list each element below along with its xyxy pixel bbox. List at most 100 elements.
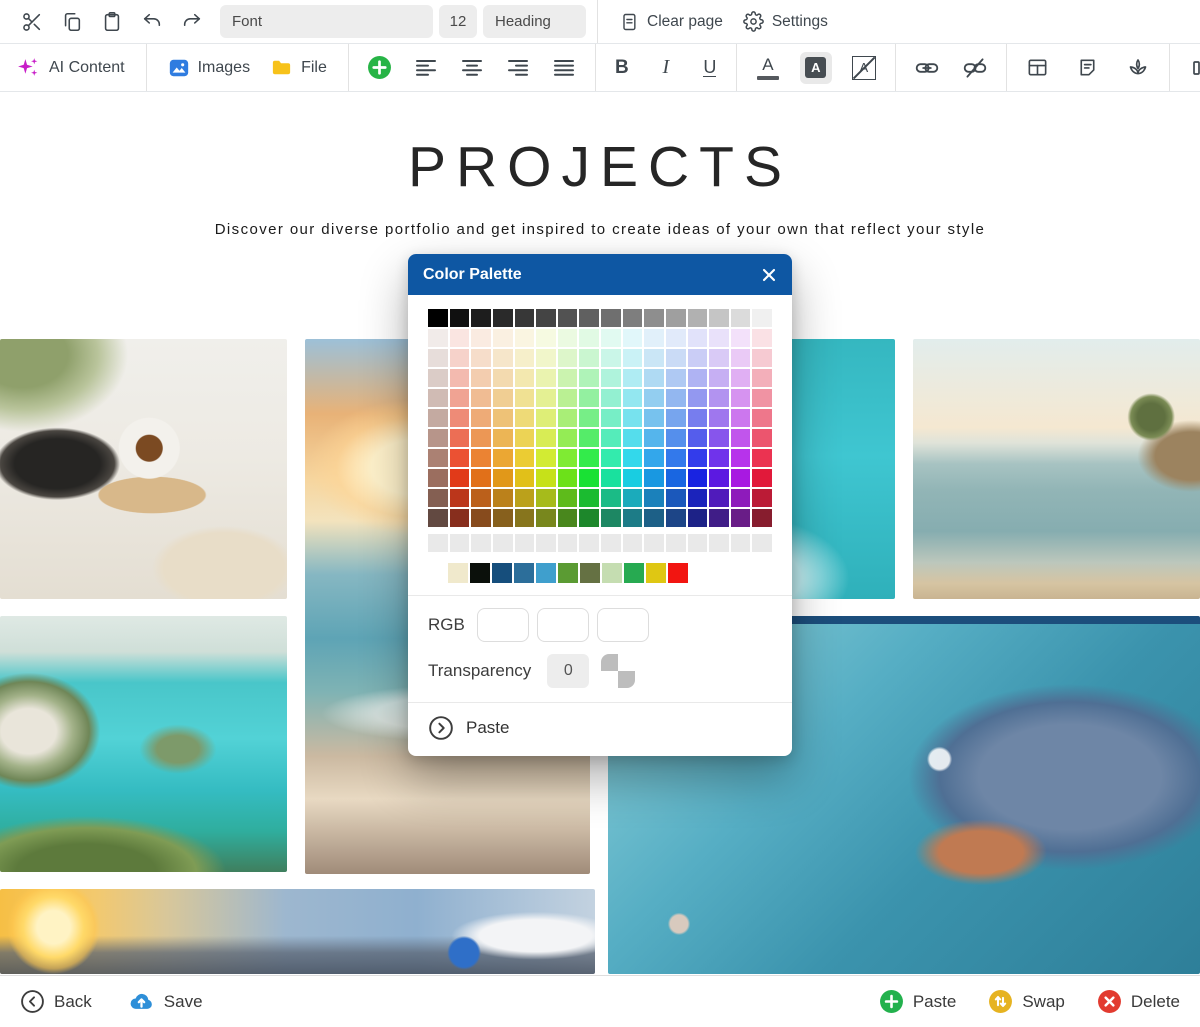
palette-swatch[interactable] [515,449,535,467]
palette-swatch[interactable] [471,349,491,367]
palette-swatch[interactable] [471,389,491,407]
palette-swatch[interactable] [536,389,556,407]
palette-swatch[interactable] [644,329,664,347]
palette-empty-swatch[interactable] [428,534,448,552]
palette-swatch[interactable] [688,449,708,467]
palette-swatch[interactable] [558,469,578,487]
palette-swatch[interactable] [709,369,729,387]
palette-swatch[interactable] [536,369,556,387]
back-button[interactable]: Back [20,988,92,1015]
palette-swatch[interactable] [709,389,729,407]
palette-empty-swatch[interactable] [752,534,772,552]
palette-swatch[interactable] [752,429,772,447]
palette-swatch[interactable] [428,329,448,347]
palette-swatch[interactable] [752,509,772,527]
palette-swatch[interactable] [623,349,643,367]
palette-swatch[interactable] [666,489,686,507]
palette-swatch[interactable] [731,429,751,447]
palette-swatch[interactable] [752,469,772,487]
palette-swatch[interactable] [536,409,556,427]
palette-swatch[interactable] [558,449,578,467]
palette-swatch[interactable] [558,309,578,327]
custom-color-swatch[interactable] [448,563,468,583]
article-button[interactable]: Arti [1191,56,1200,80]
page-title[interactable]: PROJECTS [0,134,1200,200]
palette-swatch[interactable] [515,389,535,407]
palette-swatch[interactable] [644,509,664,527]
palette-swatch[interactable] [579,469,599,487]
palette-swatch[interactable] [450,309,470,327]
palette-swatch[interactable] [601,349,621,367]
palette-swatch[interactable] [666,469,686,487]
add-button[interactable] [360,50,400,86]
palette-swatch[interactable] [450,409,470,427]
palette-swatch[interactable] [558,389,578,407]
palette-swatch[interactable] [471,369,491,387]
paste-button[interactable] [92,4,132,40]
redo-button[interactable] [172,4,212,40]
palette-empty-swatch[interactable] [731,534,751,552]
palette-swatch[interactable] [536,429,556,447]
palette-swatch[interactable] [558,509,578,527]
images-button[interactable]: Images [168,57,250,79]
palette-swatch[interactable] [515,469,535,487]
photo-sunset-town-blue-dome[interactable] [0,889,595,974]
theme-button[interactable] [1118,50,1158,86]
palette-swatch[interactable] [428,349,448,367]
palette-swatch[interactable] [623,369,643,387]
palette-empty-swatch[interactable] [688,534,708,552]
palette-swatch[interactable] [536,489,556,507]
palette-empty-swatch[interactable] [601,534,621,552]
palette-swatch[interactable] [558,429,578,447]
palette-swatch[interactable] [471,429,491,447]
palette-swatch[interactable] [644,349,664,367]
remove-link-button[interactable] [955,50,995,86]
palette-swatch[interactable] [623,469,643,487]
transparency-input[interactable] [547,654,589,688]
palette-swatch[interactable] [644,449,664,467]
palette-swatch[interactable] [709,449,729,467]
palette-swatch[interactable] [450,469,470,487]
palette-swatch[interactable] [752,369,772,387]
palette-swatch[interactable] [731,509,751,527]
copy-button[interactable] [52,4,92,40]
page-subtitle[interactable]: Discover our diverse portfolio and get i… [0,221,1200,238]
align-center-button[interactable] [452,50,492,86]
palette-empty-swatch[interactable] [536,534,556,552]
palette-swatch[interactable] [536,349,556,367]
ai-content-button[interactable]: AI Content [16,55,125,80]
palette-swatch[interactable] [644,369,664,387]
palette-swatch[interactable] [471,489,491,507]
text-color-button[interactable]: A [748,50,788,86]
palette-swatch[interactable] [579,329,599,347]
no-fill-button[interactable]: A [844,50,884,86]
palette-swatch[interactable] [493,389,513,407]
palette-swatch[interactable] [709,509,729,527]
underline-button[interactable]: U [695,50,725,86]
palette-swatch[interactable] [688,409,708,427]
clear-page-button[interactable]: Clear page [619,12,723,32]
palette-swatch[interactable] [666,409,686,427]
palette-swatch[interactable] [752,329,772,347]
palette-swatch[interactable] [731,329,751,347]
palette-swatch[interactable] [558,409,578,427]
palette-swatch[interactable] [515,309,535,327]
palette-swatch[interactable] [493,509,513,527]
palette-swatch[interactable] [579,349,599,367]
custom-color-swatch[interactable] [536,563,556,583]
palette-swatch[interactable] [493,329,513,347]
custom-color-swatch[interactable] [470,563,490,583]
palette-empty-swatch[interactable] [515,534,535,552]
palette-swatch[interactable] [666,369,686,387]
palette-swatch[interactable] [515,509,535,527]
palette-swatch[interactable] [515,349,535,367]
palette-swatch[interactable] [731,489,751,507]
palette-swatch[interactable] [536,509,556,527]
palette-swatch[interactable] [428,369,448,387]
palette-swatch[interactable] [688,469,708,487]
palette-swatch[interactable] [688,349,708,367]
undo-button[interactable] [132,4,172,40]
palette-swatch[interactable] [731,409,751,427]
palette-empty-swatch[interactable] [666,534,686,552]
palette-swatch[interactable] [688,429,708,447]
